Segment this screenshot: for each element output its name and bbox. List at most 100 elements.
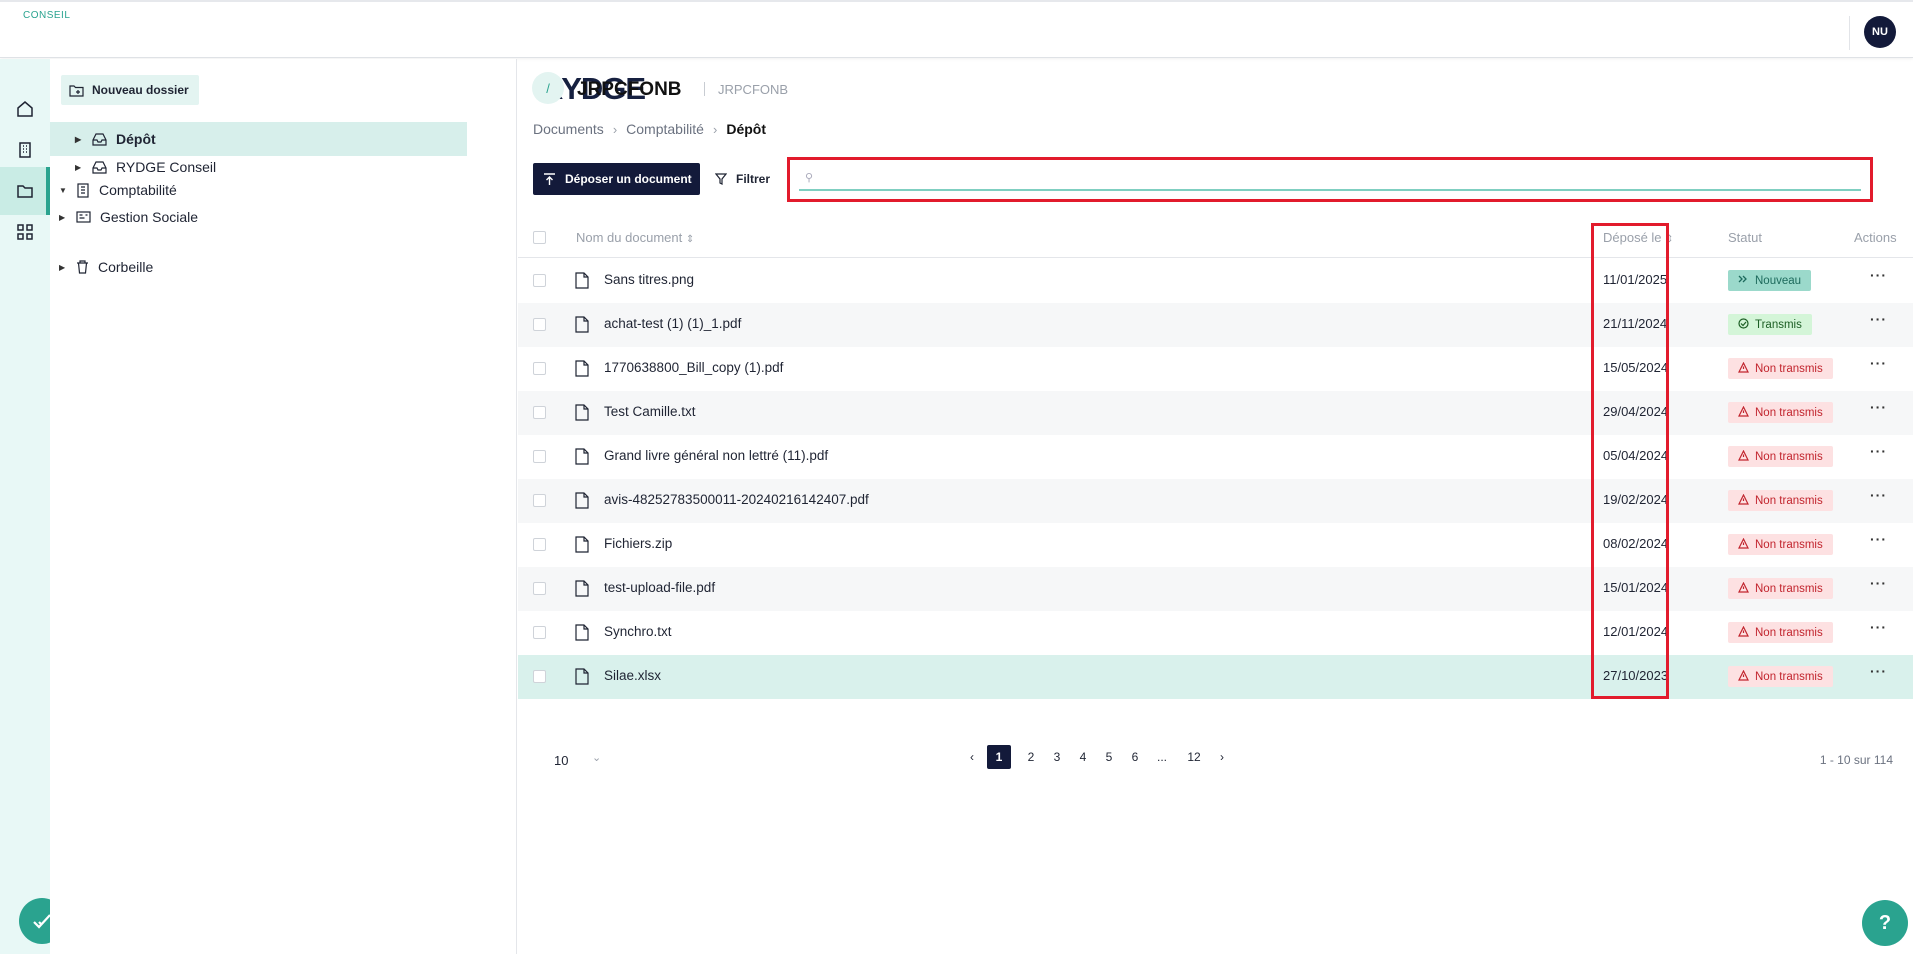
- more-actions-icon[interactable]: ···: [1870, 311, 1887, 327]
- chevron-down-icon[interactable]: ⌄: [592, 751, 601, 764]
- warning-icon: [1738, 625, 1749, 640]
- page-button[interactable]: 2: [1019, 745, 1043, 769]
- logo[interactable]: RYDGE CONSEIL: [23, 10, 646, 105]
- document-name[interactable]: Sans titres.png: [604, 272, 694, 287]
- more-actions-icon[interactable]: ···: [1870, 575, 1887, 591]
- page-button[interactable]: 12: [1182, 745, 1206, 769]
- status-badge: Nouveau: [1728, 270, 1812, 291]
- folder-tree: Nouveau dossier ▼ Comptabilité ▶ Dépôt ▶…: [50, 59, 517, 954]
- chevron-right-icon: ›: [712, 121, 718, 137]
- table-row[interactable]: Test Camille.txt 29/04/2024 Non transmis ··…: [518, 391, 1913, 435]
- table-row[interactable]: Fichiers.zip 08/02/2024 Non transmis ···: [518, 523, 1913, 567]
- row-checkbox[interactable]: [533, 274, 546, 287]
- breadcrumb-comptabilite[interactable]: Comptabilité: [626, 121, 704, 137]
- row-checkbox[interactable]: [533, 450, 546, 463]
- row-checkbox[interactable]: [533, 362, 546, 375]
- tree-item-corbeille[interactable]: ▶ Corbeille: [59, 250, 153, 284]
- document-name[interactable]: avis-48252783500011-20240216142407.pdf: [604, 492, 869, 507]
- table-row[interactable]: Sans titres.png 11/01/2025 Nouveau ···: [518, 259, 1913, 303]
- more-actions-icon[interactable]: ···: [1870, 619, 1887, 635]
- logo-sub: CONSEIL: [23, 10, 71, 21]
- status-badge: Non transmis: [1728, 358, 1833, 379]
- page-button[interactable]: 6: [1123, 745, 1147, 769]
- more-actions-icon[interactable]: ···: [1870, 267, 1887, 283]
- grid-icon[interactable]: [0, 208, 50, 256]
- table-row[interactable]: Grand livre général non lettré (11).pdf 0…: [518, 435, 1913, 479]
- document-name[interactable]: Test Camille.txt: [604, 404, 696, 419]
- id-card-icon: [76, 211, 91, 223]
- inbox-icon: [92, 132, 107, 146]
- tree-item-label: Corbeille: [98, 259, 154, 275]
- row-checkbox[interactable]: [533, 670, 546, 683]
- more-actions-icon[interactable]: ···: [1870, 443, 1887, 459]
- pagination: 10 ⌄ ‹ 1 2 3 4 5 6... 12 › 1 - 10 sur 114: [518, 739, 1913, 779]
- document-name[interactable]: achat-test (1) (1)_1.pdf: [604, 316, 741, 331]
- user-avatar[interactable]: NU: [1864, 16, 1896, 48]
- expand-right-icon[interactable]: ▶: [59, 263, 67, 272]
- table-row[interactable]: achat-test (1) (1)_1.pdf 21/11/2024 Transm…: [518, 303, 1913, 347]
- title-divider: [704, 82, 705, 96]
- more-actions-icon[interactable]: ···: [1870, 663, 1887, 679]
- new-folder-button[interactable]: Nouveau dossier: [61, 75, 199, 105]
- file-icon: [575, 360, 589, 377]
- more-actions-icon[interactable]: ···: [1870, 531, 1887, 547]
- status-badge: Non transmis: [1728, 578, 1833, 599]
- status-label: Nouveau: [1755, 274, 1802, 287]
- upload-document-button[interactable]: Déposer un document: [533, 163, 700, 195]
- select-all-checkbox[interactable]: [533, 231, 546, 244]
- document-name[interactable]: Synchro.txt: [604, 624, 672, 639]
- col-date[interactable]: Déposé le ⇕: [1603, 230, 1674, 245]
- table-row[interactable]: Synchro.txt 12/01/2024 Non transmis ···: [518, 611, 1913, 655]
- top-bar: RYDGE CONSEIL NU: [0, 0, 1913, 105]
- table-row[interactable]: 1770638800_Bill_copy (1).pdf 15/05/2024 No…: [518, 347, 1913, 391]
- col-date-label: Déposé le: [1603, 230, 1662, 245]
- document-name[interactable]: Fichiers.zip: [604, 536, 672, 551]
- folder-plus-icon: [69, 84, 84, 97]
- document-name[interactable]: Silae.xlsx: [604, 668, 661, 683]
- row-checkbox[interactable]: [533, 494, 546, 507]
- filter-button[interactable]: Filtrer: [715, 163, 770, 195]
- row-checkbox[interactable]: [533, 626, 546, 639]
- help-button[interactable]: ?: [1862, 900, 1908, 946]
- expand-right-icon[interactable]: ▶: [75, 135, 83, 144]
- document-name[interactable]: Grand livre général non lettré (11).pdf: [604, 448, 828, 463]
- document-name[interactable]: 1770638800_Bill_copy (1).pdf: [604, 360, 783, 375]
- col-actions: Actions: [1854, 230, 1897, 245]
- status-badge: Non transmis: [1728, 446, 1833, 467]
- file-icon: [575, 316, 589, 333]
- page-button[interactable]: 3: [1045, 745, 1069, 769]
- table-row[interactable]: test-upload-file.pdf 15/01/2024 Non transm…: [518, 567, 1913, 611]
- col-name[interactable]: Nom du document ⇕: [576, 230, 694, 245]
- page-button[interactable]: 5: [1097, 745, 1121, 769]
- per-page-select[interactable]: 10: [554, 753, 568, 768]
- breadcrumb-documents[interactable]: Documents: [533, 121, 604, 137]
- status-label: Non transmis: [1755, 582, 1823, 595]
- next-page-button[interactable]: ›: [1210, 745, 1234, 769]
- table-row[interactable]: Silae.xlsx 27/10/2023 Non transmis ···: [518, 655, 1913, 699]
- page-button[interactable]: 4: [1071, 745, 1095, 769]
- expand-right-icon[interactable]: ▶: [59, 213, 67, 222]
- tree-item-gestion-sociale[interactable]: ▶ Gestion Sociale: [59, 200, 198, 234]
- document-date: 11/01/2025: [1603, 272, 1668, 287]
- warning-icon: [1738, 581, 1749, 596]
- document-date: 12/01/2024: [1603, 624, 1669, 639]
- tree-item-rydge-conseil[interactable]: ▶ RYDGE Conseil: [75, 150, 216, 184]
- page-button[interactable]: 1: [987, 745, 1011, 769]
- table-row[interactable]: avis-48252783500011-20240216142407.pdf 19…: [518, 479, 1913, 523]
- status-badge: Non transmis: [1728, 622, 1833, 643]
- prev-page-button[interactable]: ‹: [960, 745, 984, 769]
- row-checkbox[interactable]: [533, 318, 546, 331]
- breadcrumb: Documents › Comptabilité › Dépôt: [533, 121, 766, 137]
- row-checkbox[interactable]: [533, 582, 546, 595]
- col-name-label: Nom du document: [576, 230, 683, 245]
- document-name[interactable]: test-upload-file.pdf: [604, 580, 715, 595]
- row-checkbox[interactable]: [533, 538, 546, 551]
- more-actions-icon[interactable]: ···: [1870, 487, 1887, 503]
- more-actions-icon[interactable]: ···: [1870, 355, 1887, 371]
- more-actions-icon[interactable]: ···: [1870, 399, 1887, 415]
- row-checkbox[interactable]: [533, 406, 546, 419]
- inbox-icon: [92, 160, 107, 174]
- search-input[interactable]: [799, 166, 1861, 191]
- expand-down-icon[interactable]: ▼: [59, 186, 67, 195]
- expand-right-icon[interactable]: ▶: [75, 163, 83, 172]
